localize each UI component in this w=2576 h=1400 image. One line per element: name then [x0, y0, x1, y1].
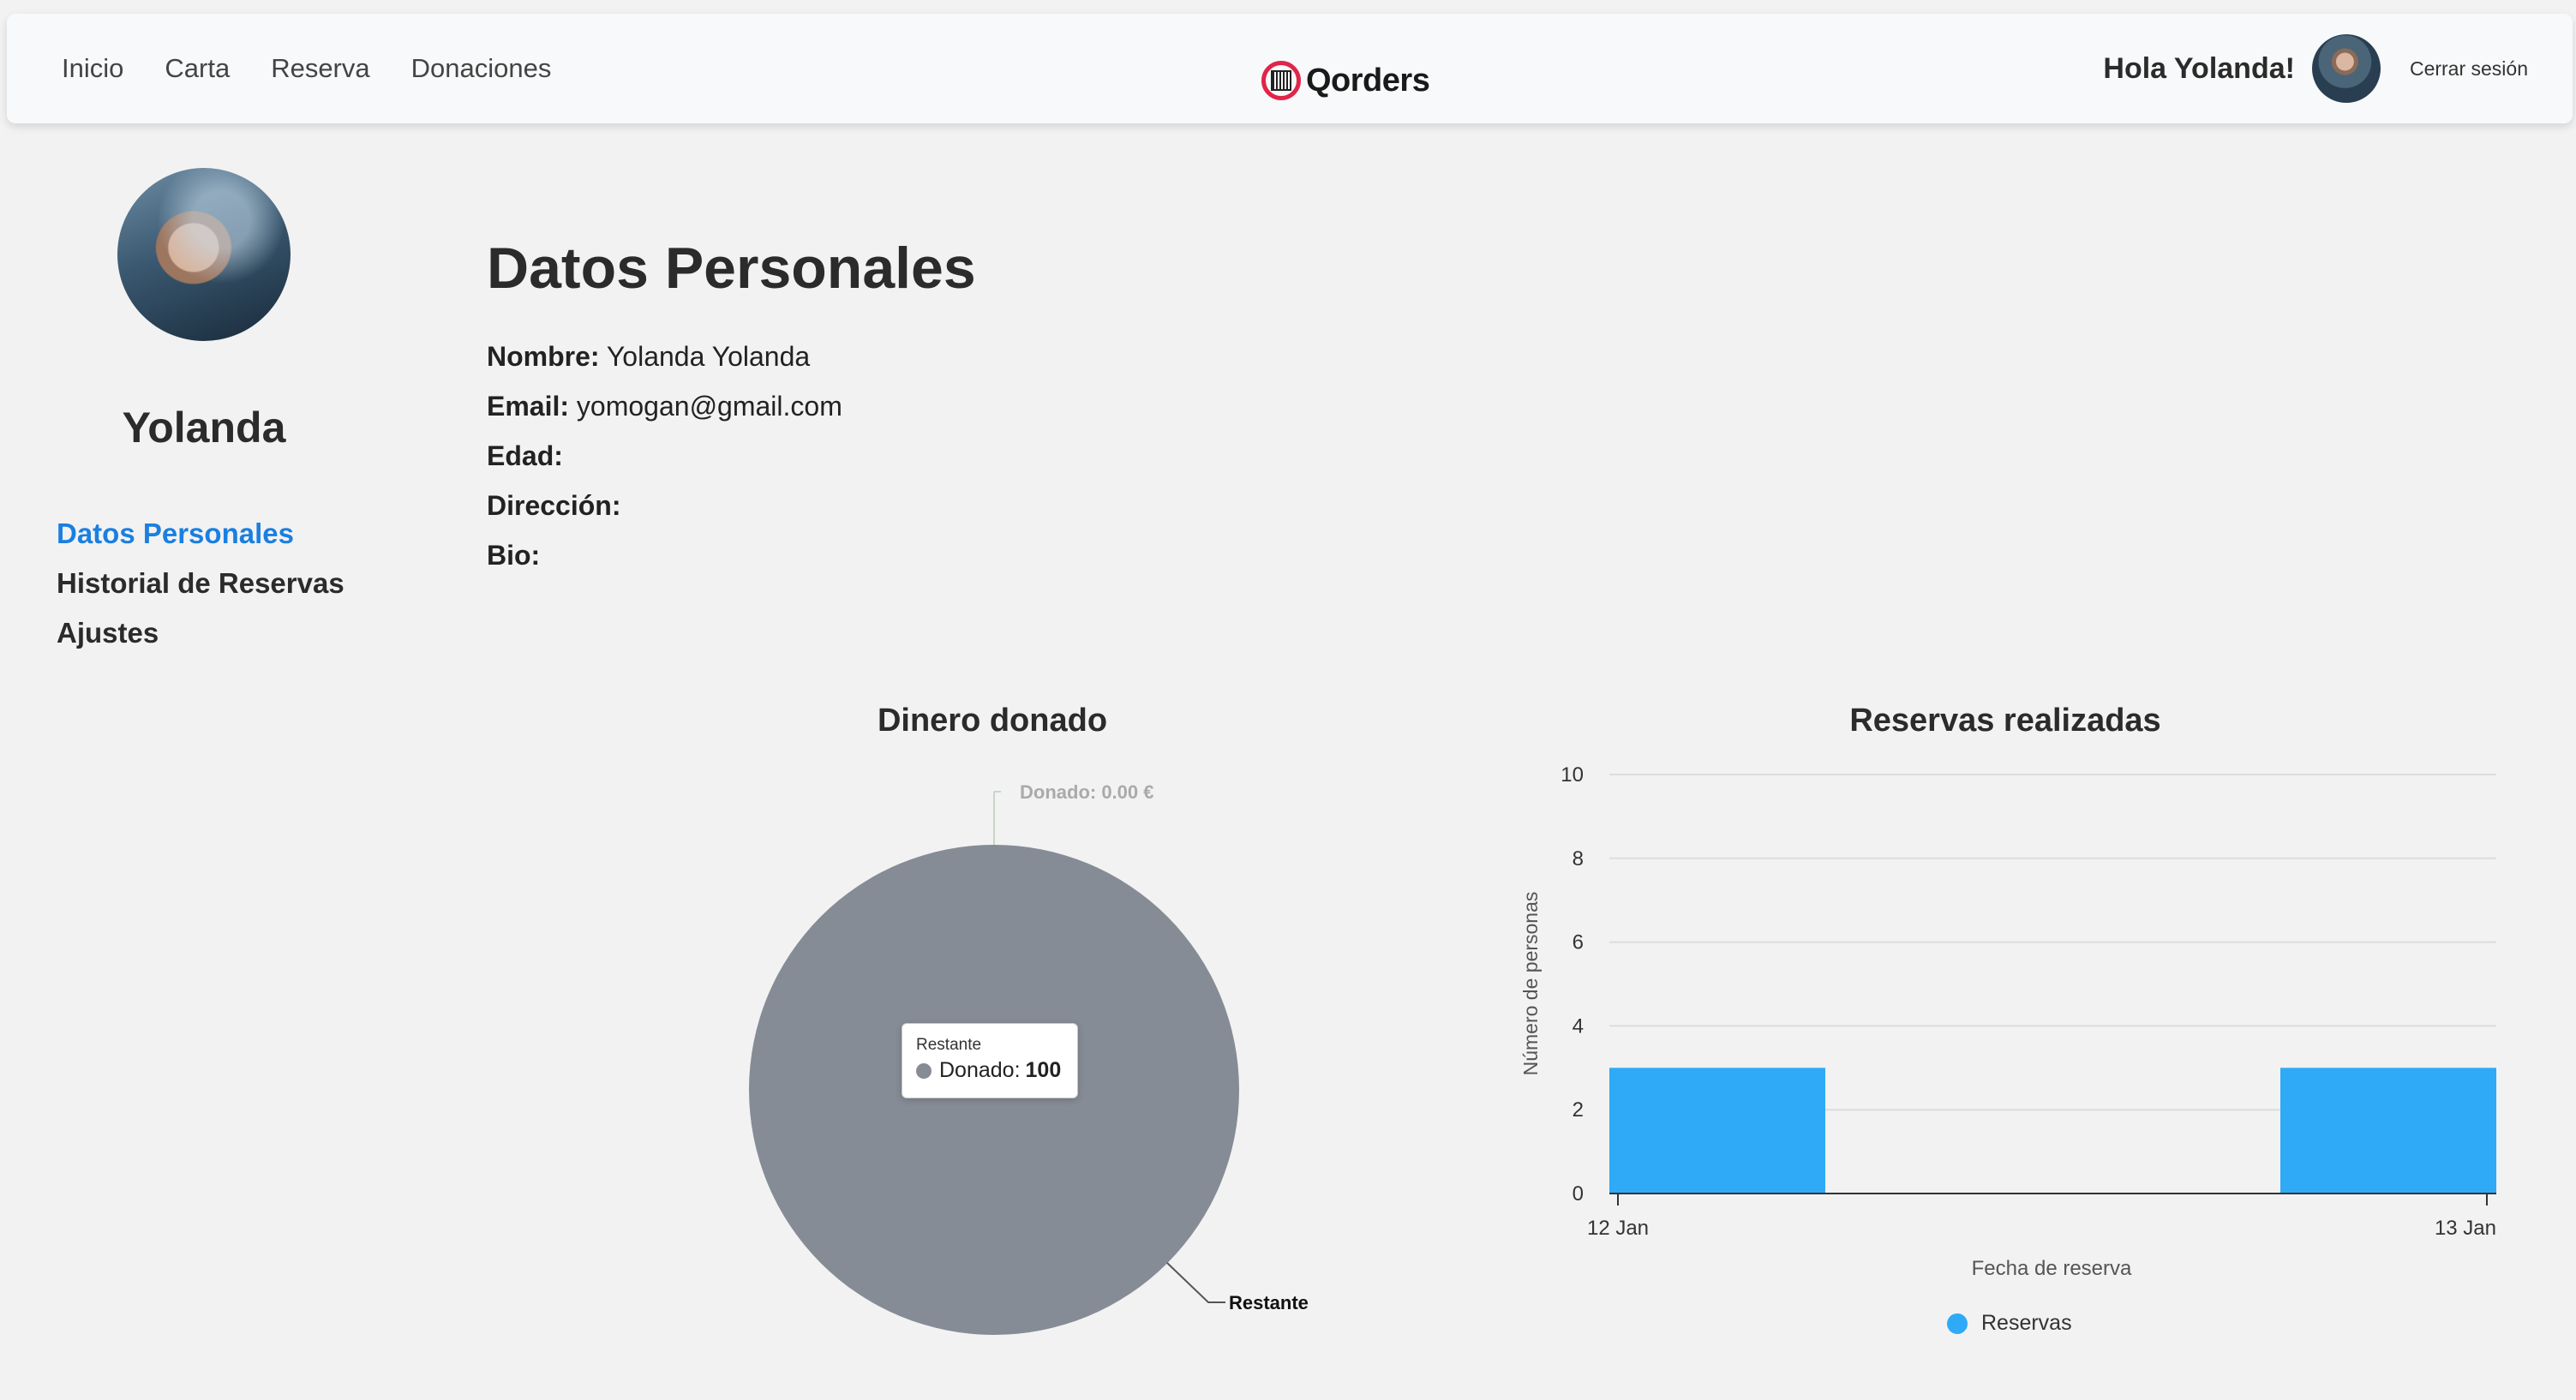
page-title: Datos Personales: [487, 236, 976, 301]
sidebar-item-historial-reservas[interactable]: Historial de Reservas: [57, 564, 344, 613]
info-row-edad: Edad:: [487, 439, 842, 488]
nav-link-reserva[interactable]: Reserva: [271, 53, 369, 84]
tooltip-value: 100: [1025, 1058, 1062, 1082]
nav-link-carta[interactable]: Carta: [165, 53, 230, 84]
sidebar-item-datos-personales[interactable]: Datos Personales: [57, 514, 344, 564]
nav-links: Inicio Carta Reserva Donaciones: [62, 14, 551, 123]
y-axis-label: Número de personas: [1519, 892, 1542, 1076]
bar-reservas-0[interactable]: [1609, 1068, 1825, 1194]
y-tick-label: 10: [1561, 763, 1584, 787]
tooltip-series-name: Donado: [939, 1058, 1015, 1082]
user-greeting: Hola Yolanda!: [2103, 51, 2295, 85]
bar-chart: 0246810 12 Jan 13 Jan Número de personas …: [1519, 763, 2496, 1280]
sidebar-item-ajustes[interactable]: Ajustes: [57, 613, 344, 663]
y-tick-label: 8: [1573, 847, 1584, 871]
x-axis-label: Fecha de reserva: [1972, 1257, 2132, 1280]
x-tick-label: 13 Jan: [2435, 1217, 2496, 1240]
nav-link-inicio[interactable]: Inicio: [62, 53, 123, 84]
info-row-email: Email: yomogan@gmail.com: [487, 389, 842, 439]
bar-legend[interactable]: Reservas: [1947, 1311, 2072, 1336]
info-label: Nombre:: [487, 341, 600, 372]
x-tick-label: 12 Jan: [1587, 1217, 1649, 1240]
qr-logo-icon: [1261, 61, 1301, 100]
pie-tooltip: Restante Donado: 100: [902, 1023, 1078, 1098]
y-tick-label: 2: [1573, 1098, 1584, 1122]
pie-chart-title: Dinero donado: [877, 703, 1108, 739]
tooltip-body: Donado: 100: [916, 1058, 1063, 1083]
user-avatar[interactable]: [2311, 34, 2381, 103]
pie-label-connector-restante: [1166, 1262, 1225, 1303]
logout-link[interactable]: Cerrar sesión: [2410, 57, 2528, 81]
sidebar-menu: Datos Personales Historial de Reservas A…: [57, 514, 344, 663]
info-row-direccion: Dirección:: [487, 488, 842, 538]
tooltip-header: Restante: [916, 1036, 982, 1054]
brand-logo[interactable]: Qorders: [1261, 57, 1430, 105]
info-row-bio: Bio:: [487, 538, 842, 588]
user-area: Hola Yolanda! Cerrar sesión: [2103, 14, 2528, 123]
tooltip-series-dot: [916, 1062, 932, 1079]
y-tick-label: 4: [1573, 1014, 1584, 1038]
info-label: Edad:: [487, 440, 563, 471]
info-value: yomogan@gmail.com: [576, 391, 842, 422]
personal-info-list: Nombre: Yolanda Yolanda Email: yomogan@g…: [487, 339, 842, 588]
bar-reservas-1[interactable]: [2280, 1068, 2496, 1194]
nav-link-donaciones[interactable]: Donaciones: [411, 53, 552, 84]
info-value: Yolanda Yolanda: [606, 341, 811, 372]
info-label: Dirección:: [487, 490, 621, 521]
profile-name: Yolanda: [122, 404, 286, 452]
pie-label-donado: Donado: 0.00 €: [1020, 781, 1153, 803]
profile-avatar: [117, 168, 291, 341]
info-row-nombre: Nombre: Yolanda Yolanda: [487, 339, 842, 389]
bar-chart-title: Reservas realizadas: [1849, 703, 2161, 739]
y-tick-label: 0: [1573, 1182, 1584, 1206]
info-label: Bio:: [487, 540, 541, 571]
legend-label-reservas: Reservas: [1981, 1311, 2072, 1335]
brand-name: Qorders: [1306, 62, 1430, 99]
y-tick-label: 6: [1573, 931, 1584, 954]
legend-dot-reservas: [1947, 1313, 1968, 1334]
pie-label-restante: Restante: [1229, 1292, 1309, 1313]
info-label: Email:: [487, 391, 570, 422]
top-navbar: Inicio Carta Reserva Donaciones Qorders …: [7, 14, 2573, 123]
